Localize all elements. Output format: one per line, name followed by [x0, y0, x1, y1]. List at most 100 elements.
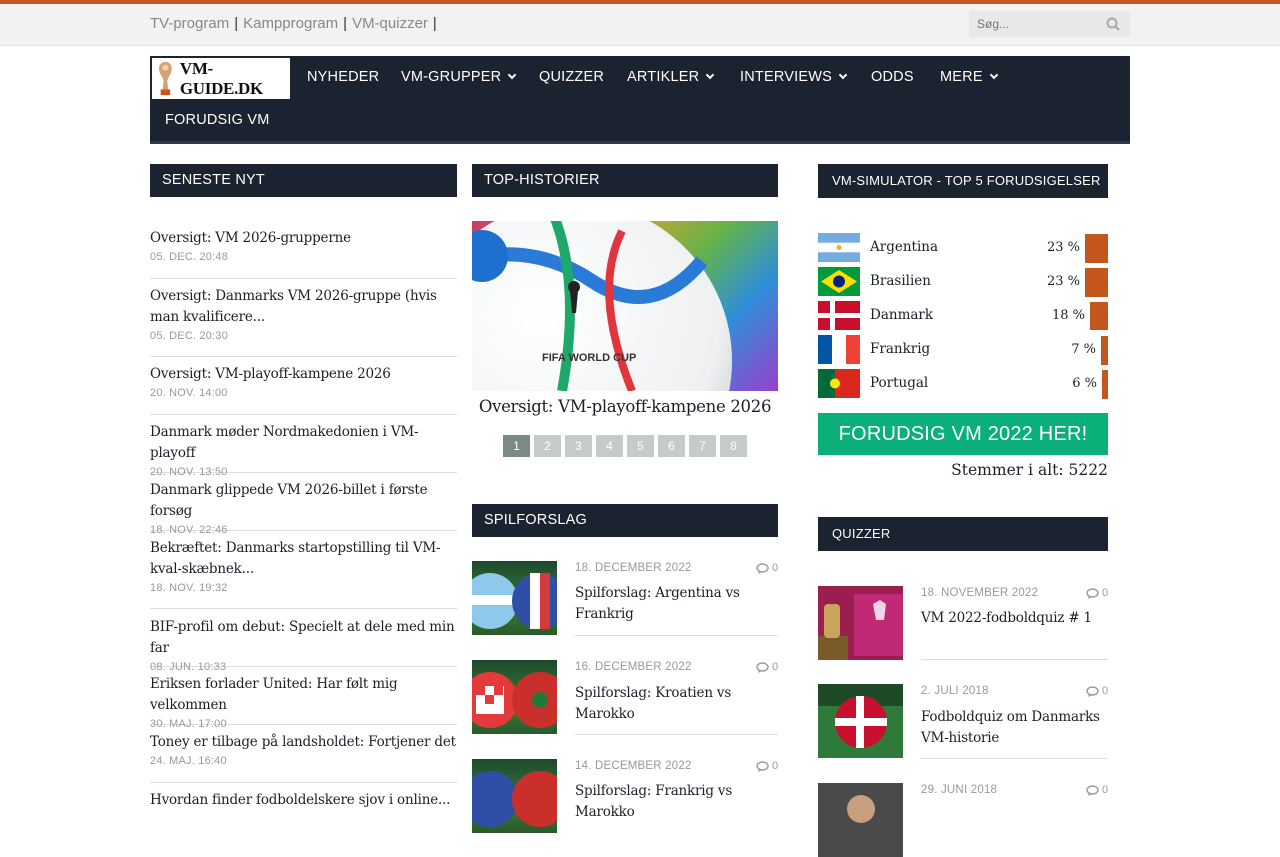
nav-artikler[interactable]: ARTIKLER [627, 69, 715, 85]
page-button-4[interactable]: 4 [596, 435, 623, 457]
news-title[interactable]: Eriksen forlader United: Har følt mig ve… [150, 674, 457, 716]
quiz-title[interactable]: VM 2022-fodboldquiz # 1 [921, 608, 1108, 629]
tip-date: 18. DECEMBER 2022 [575, 562, 692, 574]
comment-icon [756, 562, 769, 574]
comment-number: 0 [772, 562, 779, 574]
news-title[interactable]: Danmark glippede VM 2026-billet i første… [150, 480, 457, 522]
tip-title[interactable]: Spilforslag: Kroatien vs Marokko [575, 683, 778, 725]
comment-number: 0 [772, 760, 779, 772]
player-image [818, 783, 903, 857]
percent-bar [1102, 370, 1108, 399]
page-button-5[interactable]: 5 [627, 435, 654, 457]
top-bar: TV-program | Kampprogram | VM-quizzer | [0, 0, 1280, 46]
nav-quizzer[interactable]: QUIZZER [539, 69, 604, 85]
quiz-thumbnail[interactable] [818, 586, 903, 660]
kampprogram-link[interactable]: Kampprogram [243, 15, 338, 32]
news-title[interactable]: Oversigt: VM 2026-grupperne [150, 228, 457, 249]
logo-text: VM-GUIDE.DK [179, 58, 263, 98]
page-button-6[interactable]: 6 [658, 435, 685, 457]
page-button-2[interactable]: 2 [534, 435, 561, 457]
site-logo[interactable]: VM-GUIDE.DK [152, 58, 290, 99]
comment-count[interactable]: 0 [1086, 587, 1108, 599]
news-item[interactable]: Oversigt: VM 2026-grupperne 05. DEC. 20:4… [150, 228, 457, 279]
page-button-3[interactable]: 3 [565, 435, 592, 457]
country-percent: 7 % [1071, 342, 1096, 357]
flag-portugal-icon [818, 369, 860, 398]
page-button-8[interactable]: 8 [720, 435, 747, 457]
news-item[interactable]: Bekræftet: Danmarks startopstilling til … [150, 538, 457, 609]
news-title[interactable]: Hvordan finder fodboldelskere sjov i onl… [150, 790, 457, 811]
nav-vm-grupper[interactable]: VM-GRUPPER [401, 69, 517, 85]
news-item[interactable]: Danmark glippede VM 2026-billet i første… [150, 480, 457, 536]
news-date: 05. DEC. 20:30 [150, 330, 229, 342]
news-date: 20. NOV. 14:00 [150, 387, 228, 399]
top-stories-heading: TOP-HISTORIER [472, 164, 778, 197]
country-name: Brasilien [870, 273, 931, 289]
search-box [969, 11, 1130, 37]
country-percent: 23 % [1046, 240, 1080, 255]
comment-count[interactable]: 0 [1086, 685, 1108, 697]
news-title[interactable]: Oversigt: Danmarks VM 2026-gruppe (hvis … [150, 286, 457, 328]
news-item[interactable]: Oversigt: VM-playoff-kampene 2026 20. NOV… [150, 364, 457, 415]
comment-number: 0 [1102, 784, 1109, 796]
percent-bar [1090, 302, 1108, 330]
news-title[interactable]: Danmark møder Nordmakedonien i VM-playof… [150, 422, 457, 464]
comment-icon [1086, 784, 1099, 796]
divider [921, 659, 1108, 660]
news-title[interactable]: Oversigt: VM-playoff-kampene 2026 [150, 364, 457, 385]
comment-icon [1086, 587, 1099, 599]
comment-icon [756, 661, 769, 673]
quiz-date: 29. JUNI 2018 [921, 784, 998, 796]
nav-mere[interactable]: MERE [940, 69, 998, 85]
nav-nyheder[interactable]: NYHEDER [307, 69, 379, 85]
tip-thumbnail[interactable] [472, 660, 557, 734]
vm-quizzer-link[interactable]: VM-quizzer [352, 15, 428, 32]
quiz-title[interactable]: Fodboldquiz om Danmarks VM-historie [921, 707, 1108, 749]
nav-forudsig-vm[interactable]: FORUDSIG VM [165, 112, 270, 128]
news-item[interactable]: Danmark møder Nordmakedonien i VM-playof… [150, 422, 457, 478]
tip-thumbnail[interactable] [472, 759, 557, 833]
percent-bar [1101, 336, 1108, 365]
news-item[interactable]: Eriksen forlader United: Har følt mig ve… [150, 674, 457, 730]
country-name: Danmark [870, 307, 934, 323]
tv-program-link[interactable]: TV-program [150, 15, 229, 32]
separator: | [234, 15, 239, 32]
search-input[interactable] [969, 11, 1099, 37]
top-story-image[interactable]: FIFA WORLD CUP [472, 221, 778, 391]
news-item[interactable]: BIF-profil om debut: Specielt at dele me… [150, 617, 457, 673]
ball-text: FIFA WORLD CUP [542, 352, 636, 364]
main-nav: VM-GUIDE.DK NYHEDER VM-GRUPPER QUIZZER A… [150, 56, 1130, 144]
nav-odds[interactable]: ODDS [871, 69, 914, 85]
quiz-thumbnail[interactable] [818, 684, 903, 758]
percent-bar [1085, 268, 1108, 297]
news-date: 08. JUN. 10:33 [150, 661, 227, 673]
tip-title[interactable]: Spilforslag: Frankrig vs Marokko [575, 781, 778, 823]
page-button-7[interactable]: 7 [689, 435, 716, 457]
news-item[interactable]: Oversigt: Danmarks VM 2026-gruppe (hvis … [150, 286, 457, 357]
quiz-thumbnail[interactable] [818, 783, 903, 857]
predict-vm-button[interactable]: FORUDSIG VM 2022 HER! [818, 413, 1108, 455]
tip-thumbnail[interactable] [472, 561, 557, 635]
news-item[interactable]: Toney er tilbage på landsholdet: Fortjen… [150, 732, 457, 783]
news-item[interactable]: Hvordan finder fodboldelskere sjov i onl… [150, 790, 457, 820]
search-icon[interactable] [1106, 17, 1120, 31]
nav-interviews[interactable]: INTERVIEWS [740, 69, 848, 85]
comment-count[interactable]: 0 [756, 661, 778, 673]
chevron-down-icon [838, 70, 848, 80]
separator: | [432, 15, 437, 32]
tip-date: 16. DECEMBER 2022 [575, 661, 692, 673]
comment-number: 0 [772, 661, 779, 673]
comment-count[interactable]: 0 [1086, 784, 1108, 796]
top-story-caption[interactable]: Oversigt: VM-playoff-kampene 2026 [472, 397, 778, 416]
country-name: Frankrig [870, 341, 931, 357]
news-title[interactable]: Toney er tilbage på landsholdet: Fortjen… [150, 732, 457, 753]
divider [921, 758, 1108, 759]
flag-brazil-icon [818, 267, 860, 296]
page-button-1[interactable]: 1 [503, 435, 530, 457]
nav-label: QUIZZER [539, 69, 605, 85]
comment-count[interactable]: 0 [756, 562, 778, 574]
news-title[interactable]: Bekræftet: Danmarks startopstilling til … [150, 538, 457, 580]
comment-count[interactable]: 0 [756, 760, 778, 772]
tip-title[interactable]: Spilforslag: Argentina vs Frankrig [575, 583, 775, 625]
news-title[interactable]: BIF-profil om debut: Specielt at dele me… [150, 617, 457, 659]
